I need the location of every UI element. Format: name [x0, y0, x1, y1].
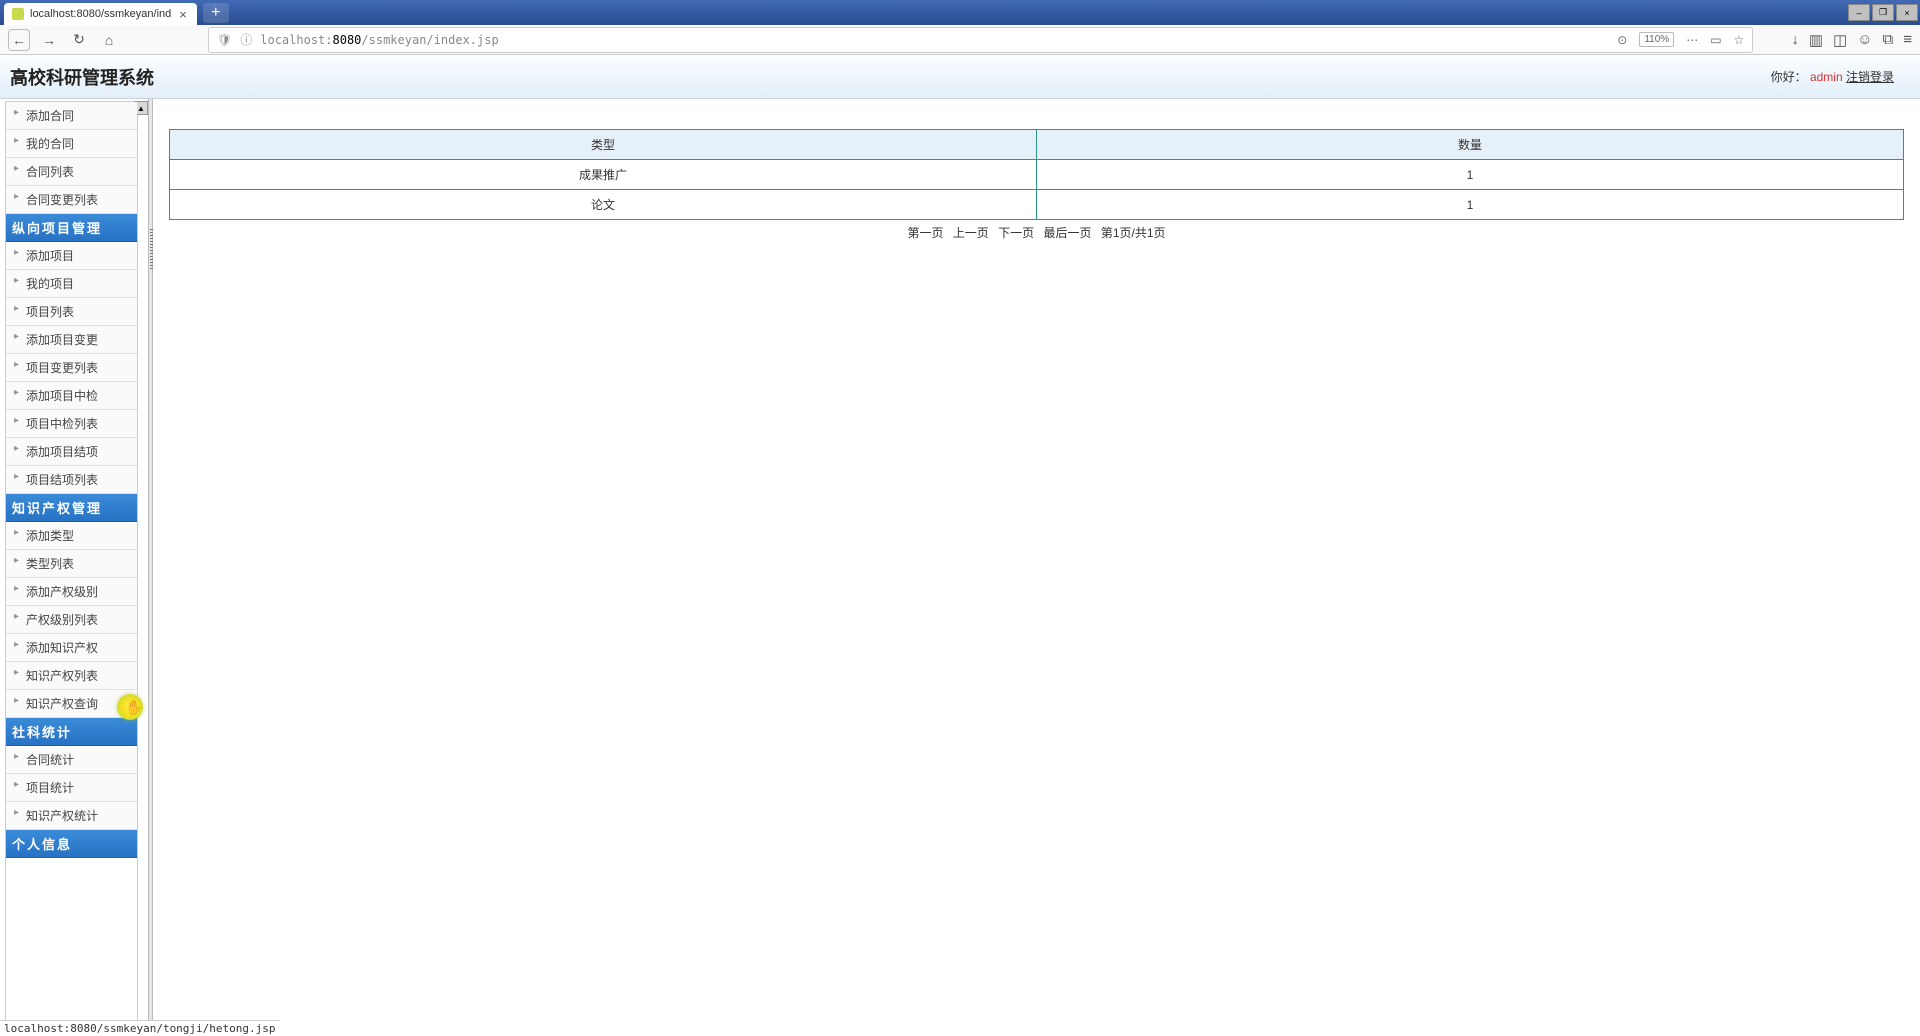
sidebar-item-project-list[interactable]: 项目列表 [6, 298, 137, 326]
sidebar-item-add-contract[interactable]: 添加合同 [6, 102, 137, 130]
sidebar-item-add-ip[interactable]: 添加知识产权 [6, 634, 137, 662]
sidebar-item-type-list[interactable]: 类型列表 [6, 550, 137, 578]
sidebar-item-contract-stats[interactable]: 合同统计 [6, 746, 137, 774]
zoom-indicator[interactable]: 110% [1639, 32, 1674, 47]
toolbar-right: ↓ ▥ ◫ ☺ ⧉ ≡ [1791, 31, 1912, 49]
sidebar-item-midcheck-list[interactable]: 项目中检列表 [6, 410, 137, 438]
window-controls: – ❐ × [1848, 4, 1920, 21]
tab-close-icon[interactable]: × [177, 7, 189, 22]
back-button[interactable]: ← [8, 29, 30, 51]
close-window-button[interactable]: × [1896, 4, 1918, 21]
page-prev[interactable]: 上一页 [953, 226, 989, 240]
sidebar-header-personal[interactable]: 个人信息 [6, 830, 137, 858]
table-row: 成果推广 1 [170, 160, 1904, 190]
sidebar-item-my-projects[interactable]: 我的项目 [6, 270, 137, 298]
sidebar-item-project-change-list[interactable]: 项目变更列表 [6, 354, 137, 382]
sidebar-item-my-contracts[interactable]: 我的合同 [6, 130, 137, 158]
url-bar[interactable]: 🛡 ⓘ localhost:8080/ssmkeyan/index.jsp ⊙ … [208, 27, 1753, 53]
pagination: 第一页 上一页 下一页 最后一页 第1页/共1页 [169, 224, 1904, 241]
page-info: 第1页/共1页 [1101, 226, 1166, 240]
app-title: 高校科研管理系统 [10, 64, 154, 90]
sidebar-item-add-ip-level[interactable]: 添加产权级别 [6, 578, 137, 606]
forward-button[interactable]: → [38, 29, 60, 51]
sidebar-item-ip-stats[interactable]: 知识产权统计 [6, 802, 137, 830]
page-next[interactable]: 下一页 [998, 226, 1034, 240]
reload-button[interactable]: ↻ [68, 29, 90, 51]
logout-link[interactable]: 注销登录 [1846, 70, 1894, 84]
sidebar-item-add-project-change[interactable]: 添加项目变更 [6, 326, 137, 354]
shield-icon[interactable]: 🛡 [217, 33, 232, 47]
sidebar-header-vertical-project[interactable]: 纵向项目管理 [6, 214, 137, 242]
stats-table: 类型 数量 成果推广 1 论文 1 [169, 129, 1904, 220]
page-action-icon[interactable]: ⊙ [1617, 33, 1627, 47]
table-row: 论文 1 [170, 190, 1904, 220]
page-last[interactable]: 最后一页 [1044, 226, 1092, 240]
browser-toolbar: ← → ↻ ⌂ 🛡 ⓘ localhost:8080/ssmkeyan/inde… [0, 25, 1920, 55]
main-content: 类型 数量 成果推广 1 论文 1 第一页 上一页 下一页 最后一页 第1页/共… [153, 99, 1920, 1023]
browser-tab[interactable]: localhost:8080/ssmkeyan/ind × [4, 3, 197, 25]
extension-icon[interactable]: ⧉ [1883, 31, 1894, 49]
splitter[interactable] [148, 99, 153, 1023]
sidebar-item-add-project[interactable]: 添加项目 [6, 242, 137, 270]
cell-count: 1 [1037, 160, 1904, 190]
sidebar-header-stats[interactable]: 社科统计 [6, 718, 137, 746]
url-text: localhost:8080/ssmkeyan/index.jsp [260, 33, 1609, 47]
tab-favicon [12, 8, 24, 20]
main-layout: ▲ 添加合同 我的合同 合同列表 合同变更列表 纵向项目管理 添加项目 我的项目… [0, 99, 1920, 1023]
browser-statusbar: localhost:8080/ssmkeyan/tongji/hetong.js… [0, 1020, 280, 1036]
browser-titlebar: localhost:8080/ssmkeyan/ind × + – ❐ × [0, 0, 1920, 25]
col-header-count: 数量 [1037, 130, 1904, 160]
sidebar-icon[interactable]: ◫ [1833, 31, 1847, 49]
cell-type: 论文 [170, 190, 1037, 220]
sidebar-item-ip-list[interactable]: 知识产权列表 [6, 662, 137, 690]
downloads-icon[interactable]: ↓ [1791, 31, 1799, 49]
cell-count: 1 [1037, 190, 1904, 220]
col-header-type: 类型 [170, 130, 1037, 160]
sidebar-wrap: ▲ 添加合同 我的合同 合同列表 合同变更列表 纵向项目管理 添加项目 我的项目… [0, 99, 148, 1023]
sidebar: 添加合同 我的合同 合同列表 合同变更列表 纵向项目管理 添加项目 我的项目 项… [5, 101, 138, 1025]
account-icon[interactable]: ☺ [1857, 31, 1872, 49]
sidebar-item-contract-change-list[interactable]: 合同变更列表 [6, 186, 137, 214]
sidebar-item-contract-list[interactable]: 合同列表 [6, 158, 137, 186]
sidebar-item-project-stats[interactable]: 项目统计 [6, 774, 137, 802]
site-info-icon[interactable]: ⓘ [240, 31, 252, 48]
urlbar-right: ⊙ 110% ⋯ ▭ ☆ [1617, 32, 1744, 47]
mouse-pointer-icon: ✋ [125, 699, 142, 716]
restore-button[interactable]: ❐ [1872, 4, 1894, 21]
greeting-label: 你好： [1771, 70, 1807, 84]
sidebar-item-close-list[interactable]: 项目结项列表 [6, 466, 137, 494]
sidebar-item-add-midcheck[interactable]: 添加项目中检 [6, 382, 137, 410]
page-first[interactable]: 第一页 [907, 226, 943, 240]
home-button[interactable]: ⌂ [98, 29, 120, 51]
username: admin [1810, 70, 1843, 84]
minimize-button[interactable]: – [1848, 4, 1870, 21]
menu-icon[interactable]: ≡ [1903, 31, 1912, 49]
cell-type: 成果推广 [170, 160, 1037, 190]
sidebar-header-ip[interactable]: 知识产权管理 [6, 494, 137, 522]
bookmark-star-icon[interactable]: ☆ [1734, 33, 1745, 47]
sidebar-item-add-close[interactable]: 添加项目结项 [6, 438, 137, 466]
sidebar-item-add-type[interactable]: 添加类型 [6, 522, 137, 550]
user-info: 你好： admin 注销登录 [1771, 68, 1894, 85]
new-tab-button[interactable]: + [203, 3, 229, 23]
library-icon[interactable]: ▥ [1809, 31, 1823, 49]
app-header: 高校科研管理系统 你好： admin 注销登录 [0, 55, 1920, 99]
tab-title: localhost:8080/ssmkeyan/ind [30, 8, 171, 20]
more-actions-icon[interactable]: ⋯ [1686, 33, 1698, 47]
reader-icon[interactable]: ▭ [1710, 33, 1721, 47]
sidebar-item-ip-level-list[interactable]: 产权级别列表 [6, 606, 137, 634]
